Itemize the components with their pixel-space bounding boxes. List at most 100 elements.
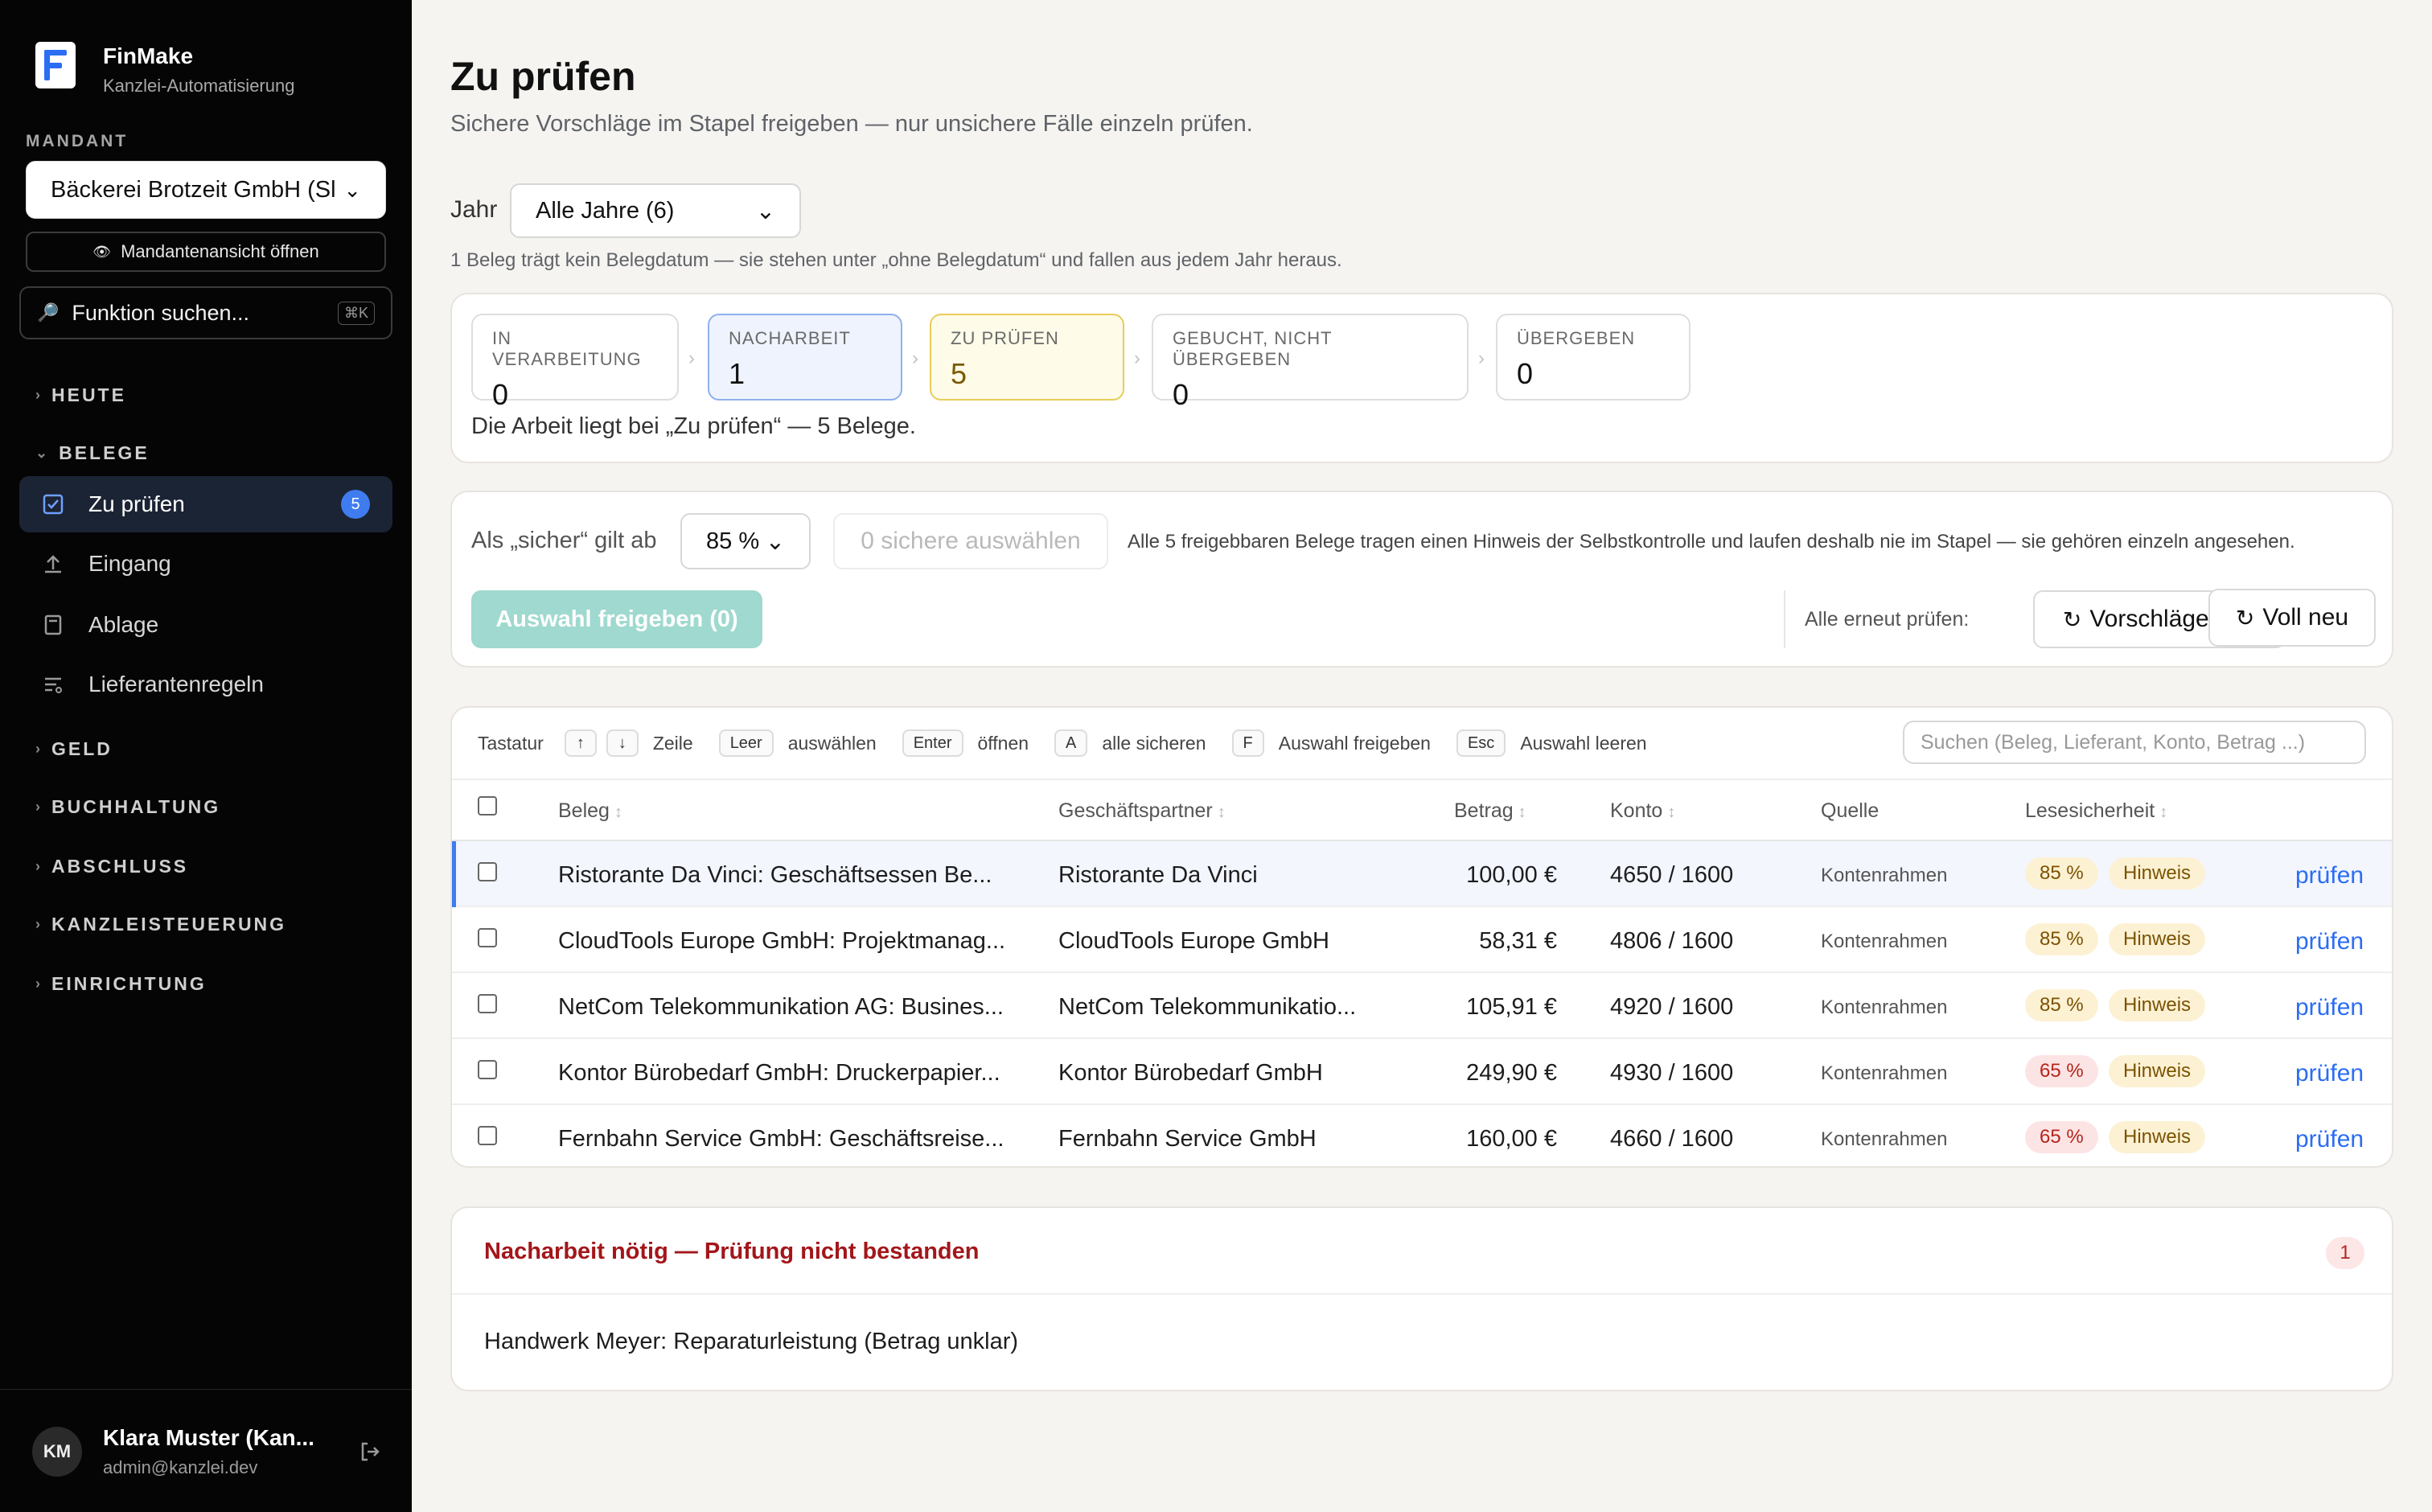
key-enter: Enter: [902, 729, 963, 757]
table-row[interactable]: CloudTools Europe GmbH: Projektmanag... C…: [452, 907, 2392, 973]
review-link[interactable]: prüfen: [2295, 928, 2364, 955]
review-link[interactable]: prüfen: [2295, 1060, 2364, 1087]
column-header-partner[interactable]: Geschäftspartner ↕: [1058, 799, 1226, 823]
count-badge: 5: [341, 490, 370, 519]
function-search-input[interactable]: 🔎 Funktion suchen... ⌘K: [19, 286, 392, 339]
confidence-badge: 85 %: [2025, 923, 2098, 955]
brand[interactable]: FinMake Kanzlei-Automatisierung: [35, 42, 294, 97]
stage-count: 0: [1173, 378, 1189, 411]
keyboard-hint-text: öffnen: [977, 732, 1029, 754]
function-search-placeholder: Funktion suchen...: [72, 300, 250, 325]
keyboard-hint-text: Auswahl leeren: [1520, 732, 1647, 754]
table-row[interactable]: Fernbahn Service GmbH: Geschäftsreise...…: [452, 1105, 2392, 1166]
threshold-select[interactable]: 85 % ⌄: [680, 513, 811, 569]
nav-group-label: KANZLEISTEUERUNG: [51, 914, 287, 935]
client-select[interactable]: Bäckerei Brotzeit GmbH (Sl ⌄: [26, 161, 386, 219]
hint-badge: Hinweis: [2109, 857, 2206, 890]
stage-label: IN VERARBEITUNG: [492, 328, 642, 369]
row-checkbox[interactable]: [478, 862, 497, 881]
review-link[interactable]: prüfen: [2295, 1126, 2364, 1153]
nav-group-label: EINRICHTUNG: [51, 973, 207, 994]
hint-badge: Hinweis: [2109, 1055, 2206, 1087]
cell-partner: CloudTools Europe GmbH: [1058, 928, 1329, 954]
year-select[interactable]: Alle Jahre (6) ⌄: [510, 183, 801, 238]
nav-group-label: BUCHHALTUNG: [51, 796, 221, 817]
keyboard-label: Tastatur: [478, 732, 544, 754]
cell-konto: 4806 / 1600: [1610, 928, 1734, 954]
keyboard-hint-text: Zeile: [652, 732, 693, 754]
confidence-badge: 85 %: [2025, 857, 2098, 890]
open-client-view-button[interactable]: 👁 Mandantenansicht öffnen: [26, 232, 386, 272]
review-link[interactable]: prüfen: [2295, 994, 2364, 1021]
search-icon: 🔎: [37, 302, 60, 323]
nav-group-einrichtung[interactable]: › EINRICHTUNG: [35, 973, 207, 995]
nav-group-kanzleisteuerung[interactable]: › KANZLEISTEUERUNG: [35, 914, 286, 935]
select-all-checkbox[interactable]: [478, 796, 497, 816]
column-header-betrag[interactable]: Betrag ↕: [1454, 799, 1526, 823]
threshold-label: Als „sicher“ gilt ab: [471, 528, 657, 553]
chevron-right-icon: ›: [35, 387, 40, 403]
table-row[interactable]: NetCom Telekommunikation AG: Busines... N…: [452, 973, 2392, 1039]
nav-group-belege[interactable]: ⌄ BELEGE: [35, 442, 150, 464]
finmake-logo-icon: [35, 42, 76, 88]
cell-partner: Kontor Bürobedarf GmbH: [1058, 1060, 1323, 1086]
cell-beleg: CloudTools Europe GmbH: Projektmanag...: [558, 928, 1006, 954]
recheck-label: Alle erneut prüfen:: [1805, 608, 1970, 631]
table-search-input[interactable]: Suchen (Beleg, Lieferant, Konto, Betrag …: [1903, 721, 2366, 764]
row-checkbox[interactable]: [478, 928, 497, 947]
nav-group-geld[interactable]: › GELD: [35, 738, 113, 760]
column-header-beleg[interactable]: Beleg ↕: [558, 799, 622, 823]
cell-quelle: Kontenrahmen: [1821, 931, 1948, 952]
cell-quelle: Kontenrahmen: [1821, 1128, 1948, 1150]
sidebar-item-zu-pruefen[interactable]: Zu prüfen 5: [19, 476, 392, 532]
review-link[interactable]: prüfen: [2295, 862, 2364, 890]
stage-gebucht[interactable]: GEBUCHT, NICHT ÜBERGEBEN 0: [1152, 314, 1469, 411]
sort-icon: ↕: [2159, 803, 2168, 821]
row-checkbox[interactable]: [478, 1126, 497, 1145]
header-label: Betrag: [1454, 799, 1514, 822]
stage-nacharbeit[interactable]: NACHARBEIT 1: [708, 314, 902, 401]
stage-in-verarbeitung[interactable]: IN VERARBEITUNG 0: [471, 314, 679, 411]
cell-partner: Ristorante Da Vinci: [1058, 862, 1258, 888]
stage-label: NACHARBEIT: [729, 328, 851, 348]
table-row[interactable]: Kontor Bürobedarf GmbH: Druckerpapier...…: [452, 1039, 2392, 1105]
sidebar-item-ablage[interactable]: Ablage: [19, 597, 392, 653]
stage-zu-pruefen[interactable]: ZU PRÜFEN 5: [930, 314, 1124, 401]
header-label: Konto: [1610, 799, 1663, 822]
eye-icon: 👁: [92, 243, 112, 260]
nav-group-label: GELD: [51, 738, 113, 759]
confidence-badge: 65 %: [2025, 1055, 2098, 1087]
column-header-quelle: Quelle: [1821, 799, 1879, 822]
sidebar: FinMake Kanzlei-Automatisierung MANDANT …: [0, 0, 412, 1512]
row-checkbox[interactable]: [478, 1060, 497, 1079]
client-label: MANDANT: [26, 132, 129, 150]
approve-selection-button[interactable]: Auswahl freigeben (0): [471, 590, 762, 648]
cell-beleg: NetCom Telekommunikation AG: Busines...: [558, 994, 1004, 1020]
nav-group-buchhaltung[interactable]: › BUCHHALTUNG: [35, 796, 220, 818]
recheck-full-label: Voll neu: [2262, 604, 2349, 631]
chevron-right-icon: ›: [35, 741, 40, 757]
rework-item[interactable]: Handwerk Meyer: Reparaturleistung (Betra…: [484, 1329, 1018, 1355]
user-profile[interactable]: KM Klara Muster (Kan... admin@kanzlei.de…: [32, 1425, 386, 1478]
nav-group-abschluss[interactable]: › ABSCHLUSS: [35, 856, 188, 877]
column-header-konto[interactable]: Konto ↕: [1610, 799, 1675, 823]
cell-beleg: Kontor Bürobedarf GmbH: Druckerpapier...: [558, 1060, 1000, 1086]
select-safe-button[interactable]: 0 sichere auswählen: [833, 513, 1108, 569]
keyboard-hint-text: auswählen: [787, 732, 877, 754]
table-row[interactable]: Ristorante Da Vinci: Geschäftsessen Be..…: [452, 841, 2392, 907]
nav-group-heute[interactable]: › HEUTE: [35, 384, 126, 406]
sidebar-item-eingang[interactable]: Eingang: [19, 536, 392, 592]
chevron-right-icon: ›: [35, 916, 40, 932]
cell-quelle: Kontenrahmen: [1821, 1062, 1948, 1084]
sort-icon: ↕: [1667, 803, 1676, 821]
sidebar-item-lieferantenregeln[interactable]: Lieferantenregeln: [19, 656, 392, 713]
column-header-lesesicherheit[interactable]: Lesesicherheit ↕: [2025, 799, 2167, 823]
row-checkbox[interactable]: [478, 994, 497, 1013]
recheck-full-button[interactable]: ↻ Voll neu: [2208, 589, 2376, 647]
logout-icon[interactable]: [354, 1436, 386, 1468]
arrow-down-icon: ↓: [606, 729, 639, 757]
cell-quelle: Kontenrahmen: [1821, 865, 1948, 886]
stage-uebergeben[interactable]: ÜBERGEBEN 0: [1496, 314, 1690, 401]
pipeline-card: IN VERARBEITUNG 0 › NACHARBEIT 1 › ZU PR…: [450, 293, 2393, 463]
nav-group-label: BELEGE: [59, 442, 150, 463]
